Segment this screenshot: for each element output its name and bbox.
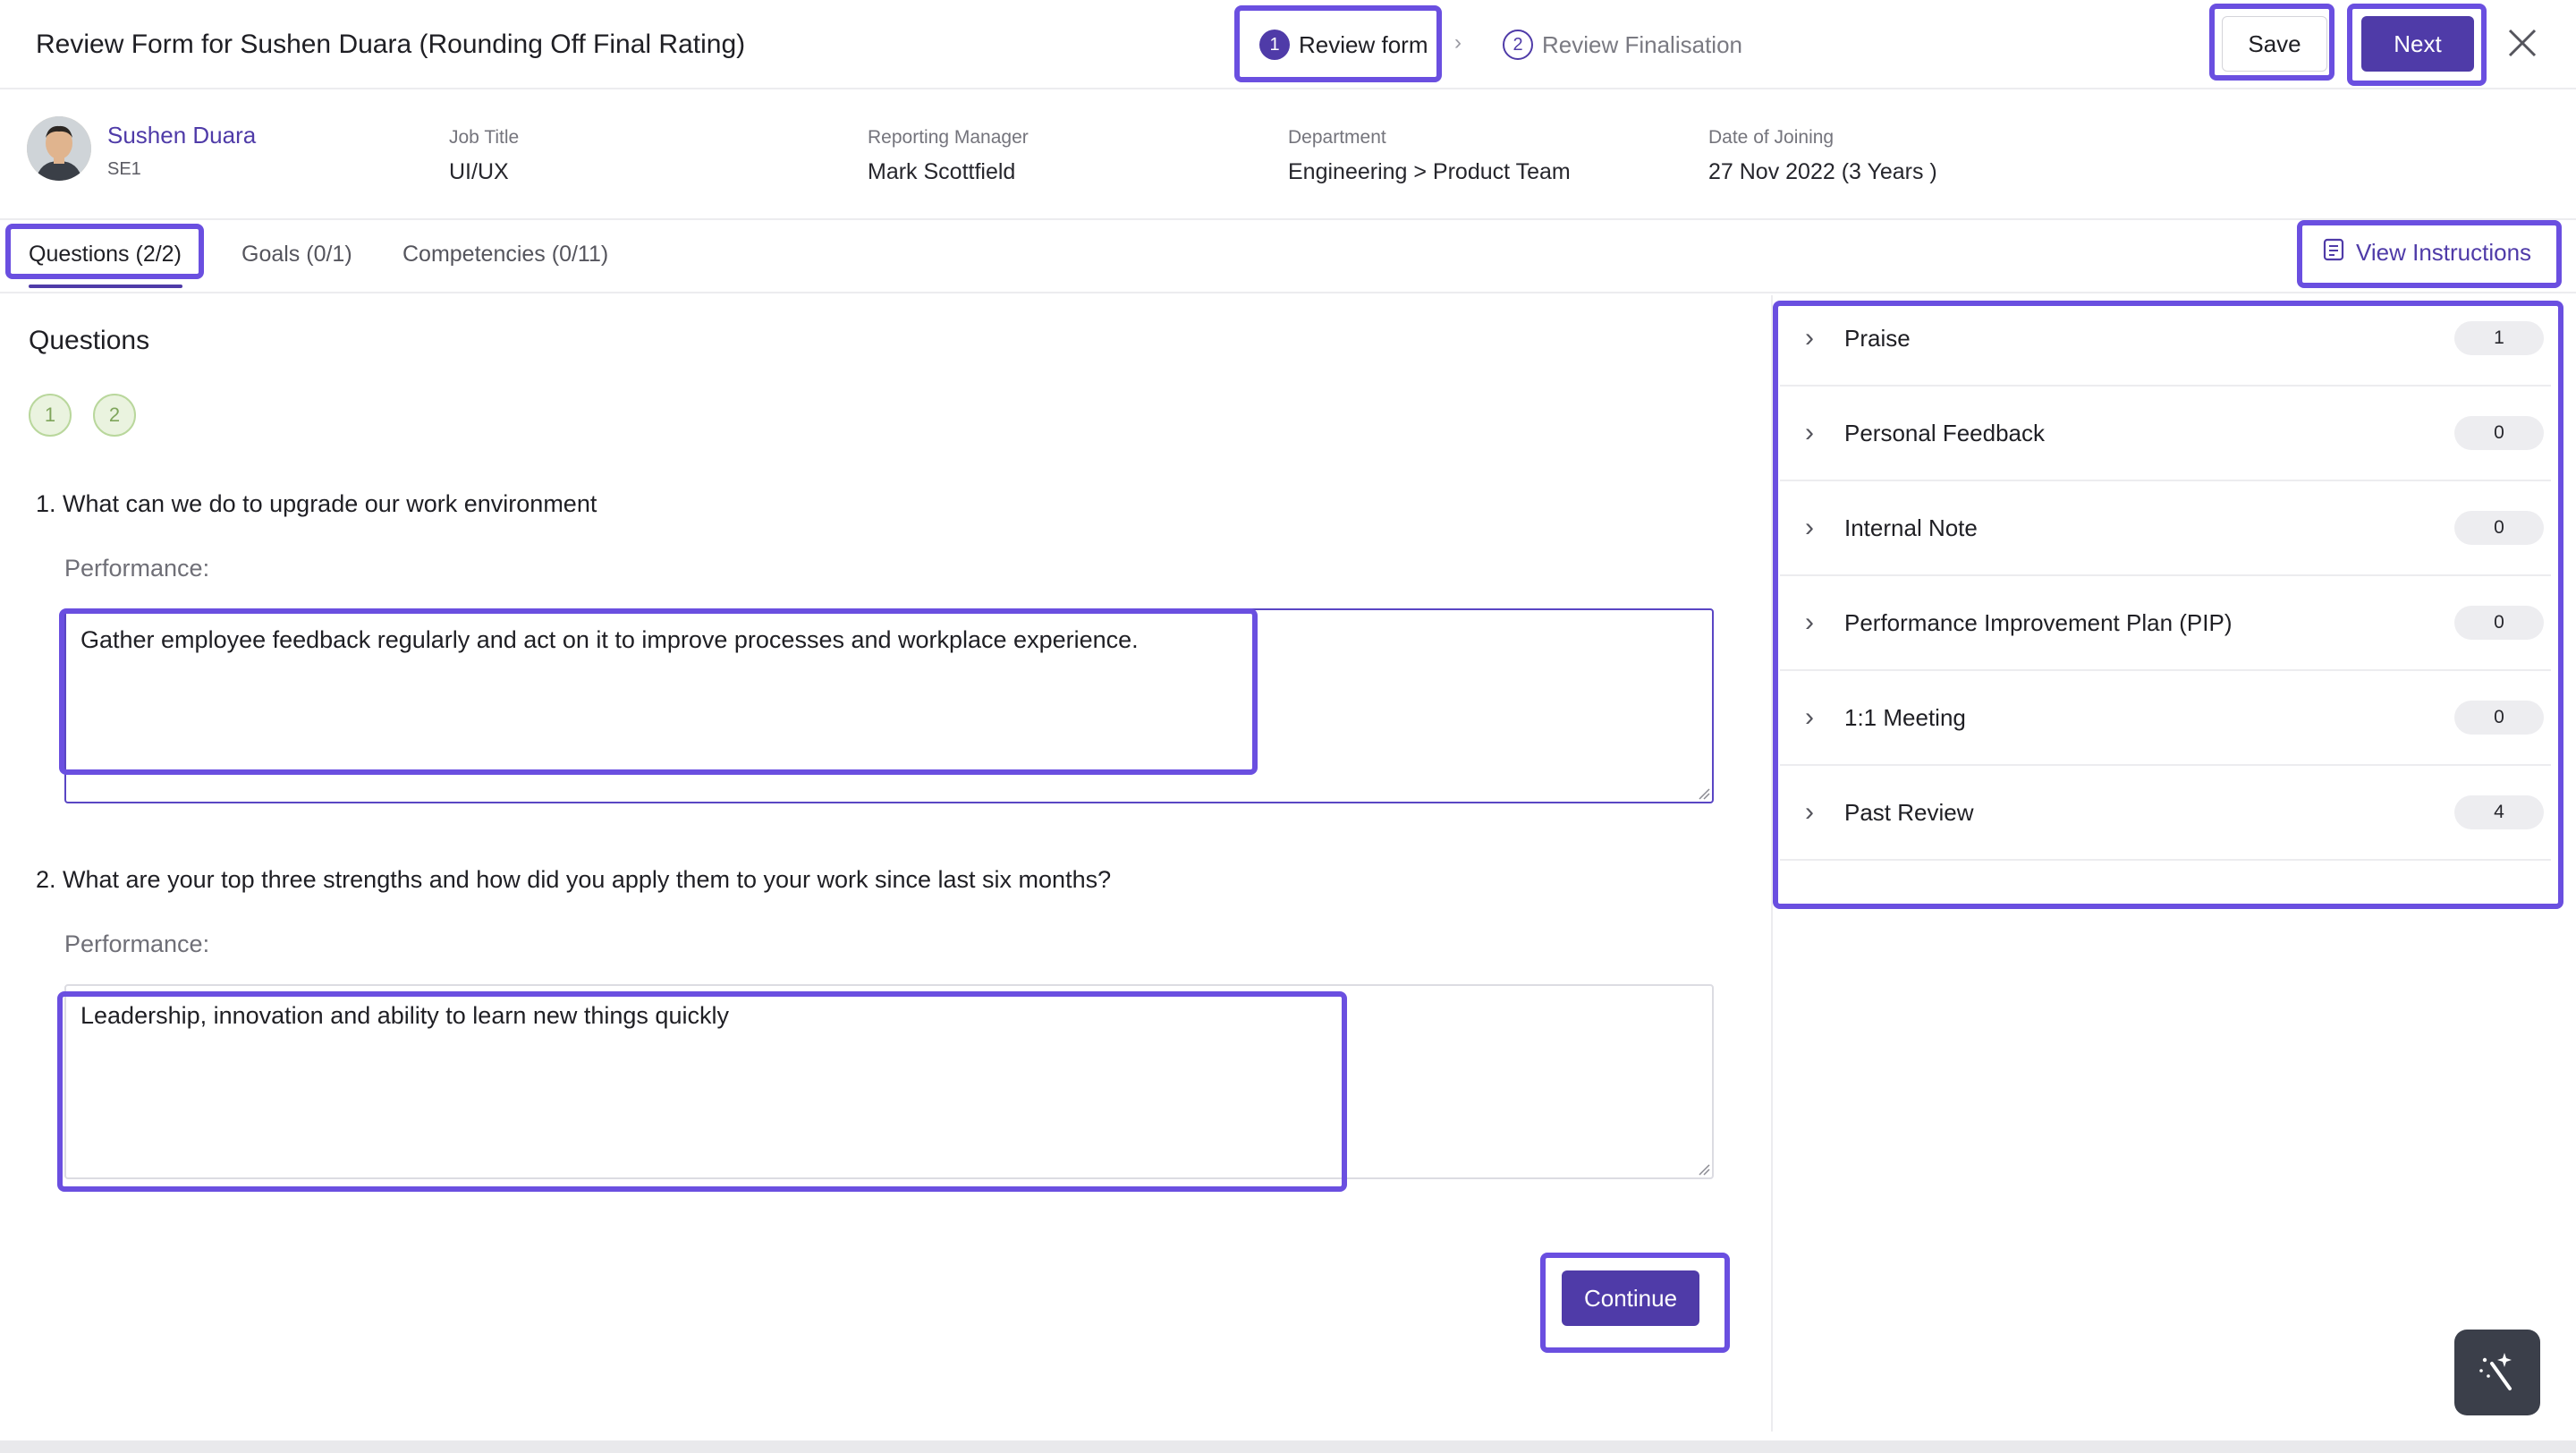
step-review-form[interactable]: 1 Review form (1259, 23, 1428, 66)
question-1-text: 1. What can we do to upgrade our work en… (36, 490, 597, 517)
panel-item-label: Personal Feedback (1844, 419, 2046, 446)
question-bubble-2[interactable]: 2 (93, 394, 136, 437)
step-label: Review Finalisation (1542, 30, 1742, 58)
panel-item-label: Performance Improvement Plan (PIP) (1844, 608, 2233, 636)
step-review-finalisation[interactable]: 2 Review Finalisation (1503, 23, 1742, 66)
tab-questions[interactable]: Questions (2/2) (29, 242, 182, 268)
question-2-performance-label: Performance: (64, 930, 210, 957)
chevron-right-icon: › (1805, 702, 1814, 732)
reporting-manager-label: Reporting Manager (868, 127, 1029, 148)
date-of-joining-value: 27 Nov 2022 (3 Years ) (1708, 159, 1937, 184)
questions-heading: Questions (29, 326, 150, 355)
count-badge: 0 (2454, 511, 2544, 545)
tab-competencies[interactable]: Competencies (0/11) (402, 242, 608, 268)
panel-item-label: 1:1 Meeting (1844, 703, 1966, 731)
chevron-right-icon: › (1454, 30, 1462, 55)
profile-divider (0, 218, 2576, 220)
question-2-answer-input[interactable]: Leadership, innovation and ability to le… (64, 984, 1714, 1179)
close-icon[interactable] (2504, 25, 2540, 61)
count-badge: 4 (2454, 795, 2544, 829)
chevron-right-icon: › (1805, 513, 1814, 542)
question-bubble-1[interactable]: 1 (29, 394, 72, 437)
header-divider (0, 88, 2576, 89)
question-2-text: 2. What are your top three strengths and… (36, 866, 1112, 893)
bottom-edge (0, 1440, 2576, 1453)
tab-goals[interactable]: Goals (0/1) (242, 242, 352, 268)
question-1-answer-input[interactable]: Gather employee feedback regularly and a… (64, 608, 1714, 803)
question-1-answer-text: Gather employee feedback regularly and a… (80, 626, 1139, 653)
date-of-joining-label: Date of Joining (1708, 127, 1835, 148)
reporting-manager-value: Mark Scottfield (868, 159, 1016, 184)
chevron-right-icon: › (1805, 797, 1814, 827)
panel-item-pip[interactable]: › Performance Improvement Plan (PIP) 0 (1780, 576, 2551, 671)
panel-item-label: Past Review (1844, 798, 1974, 826)
next-button[interactable]: Next (2361, 16, 2474, 72)
department-label: Department (1288, 127, 1386, 148)
step-label: Review form (1299, 30, 1428, 58)
view-instructions-label: View Instructions (2356, 238, 2532, 266)
step-number: 2 (1503, 30, 1533, 60)
job-title-value: UI/UX (449, 159, 509, 184)
panel-item-one-on-one-meeting[interactable]: › 1:1 Meeting 0 (1780, 671, 2551, 766)
panel-item-past-review[interactable]: › Past Review 4 (1780, 766, 2551, 861)
department-value: Engineering > Product Team (1288, 159, 1571, 184)
page-title: Review Form for Sushen Duara (Rounding O… (36, 30, 746, 59)
step-number: 1 (1259, 30, 1290, 60)
count-badge: 0 (2454, 606, 2544, 640)
panel-item-personal-feedback[interactable]: › Personal Feedback 0 (1780, 387, 2551, 481)
count-badge: 0 (2454, 701, 2544, 735)
document-icon (2322, 238, 2345, 268)
panel-item-praise[interactable]: › Praise 1 (1780, 292, 2551, 387)
employee-code: SE1 (107, 159, 141, 179)
count-badge: 0 (2454, 416, 2544, 450)
panel-item-label: Internal Note (1844, 514, 1978, 541)
chevron-right-icon: › (1805, 323, 1814, 353)
chevron-right-icon: › (1805, 418, 1814, 447)
question-2-answer-text: Leadership, innovation and ability to le… (80, 1002, 729, 1029)
view-instructions-button[interactable]: View Instructions (2302, 225, 2553, 279)
continue-button[interactable]: Continue (1562, 1270, 1699, 1326)
tab-active-underline (29, 285, 182, 288)
employee-name[interactable]: Sushen Duara (107, 122, 256, 149)
chevron-right-icon: › (1805, 608, 1814, 637)
panel-item-internal-note[interactable]: › Internal Note 0 (1780, 481, 2551, 576)
magic-wand-icon (2479, 1353, 2512, 1390)
avatar (27, 116, 91, 181)
resize-handle-icon[interactable] (1696, 786, 1710, 800)
panel-divider (1771, 295, 1773, 1432)
magic-wand-button[interactable] (2454, 1330, 2540, 1415)
panel-item-label: Praise (1844, 324, 1911, 352)
question-1-performance-label: Performance: (64, 555, 210, 582)
job-title-label: Job Title (449, 127, 520, 148)
resize-handle-icon[interactable] (1696, 1161, 1710, 1176)
save-button[interactable]: Save (2222, 16, 2327, 72)
count-badge: 1 (2454, 321, 2544, 355)
